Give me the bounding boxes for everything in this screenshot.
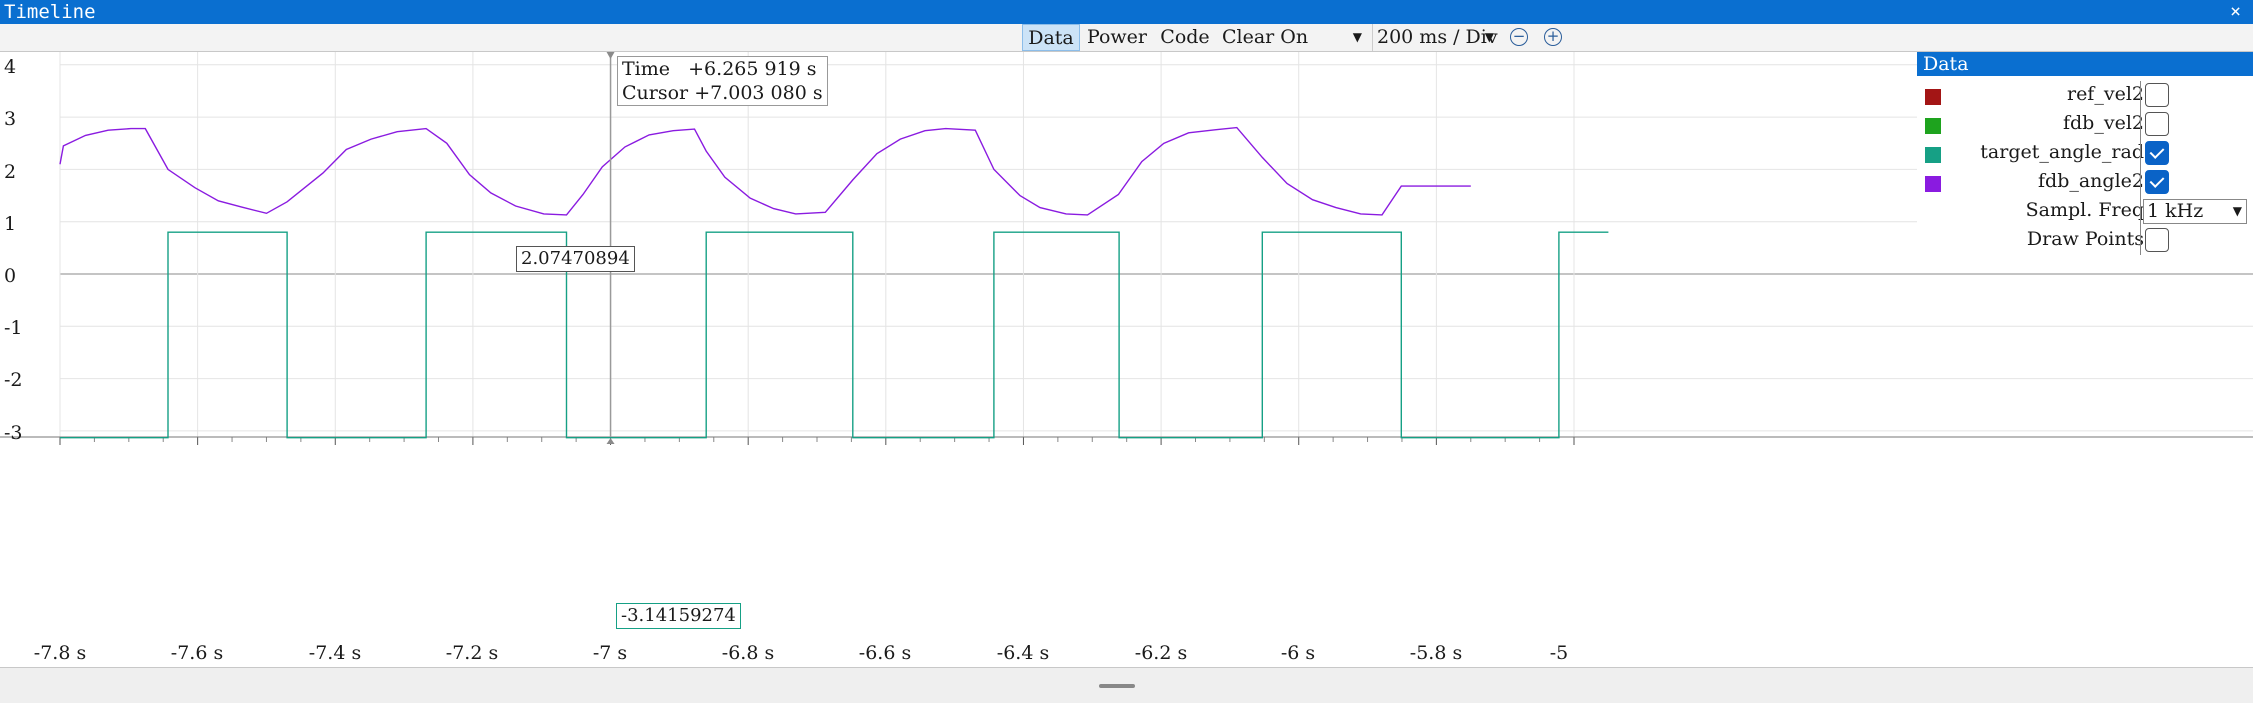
toolbar: Data Power Code Clear On Reset ▼ 200 ms … (0, 24, 2253, 75)
tab-data[interactable]: Data (1022, 24, 1080, 51)
cursor-label: Cursor (622, 82, 689, 104)
cursor-value: +7.003 080 s (694, 82, 823, 104)
cursor-top-marker (606, 52, 615, 59)
signal-row: fdb_angle2 (1917, 168, 2253, 197)
drag-handle-icon[interactable] (1099, 684, 1135, 688)
draw-points-row: Draw Points (1917, 226, 2253, 255)
cursor-bottom-marker (606, 438, 615, 444)
color-swatch (1925, 89, 1941, 105)
divider (2140, 168, 2141, 197)
chevron-down-icon: ▼ (1484, 30, 1494, 44)
sample-freq-dropdown[interactable]: 1 kHz ▼ (2143, 199, 2247, 224)
x-tick-label: -6.4 s (996, 642, 1050, 664)
tab-code[interactable]: Code (1160, 24, 1210, 51)
lower-value-label: -3.14159274 (616, 603, 741, 629)
divider (2140, 110, 2141, 139)
x-tick-label: -7.4 s (308, 642, 362, 664)
divider (2140, 197, 2141, 226)
color-swatch (1925, 176, 1941, 192)
divider (2140, 226, 2141, 255)
timeline-chart[interactable] (0, 52, 2253, 667)
x-tick-label: -5 (1549, 642, 1569, 664)
draw-points-label: Draw Points (2026, 228, 2144, 250)
time-value: +6.265 919 s (688, 58, 817, 80)
y-tick-label: 4 (4, 56, 17, 78)
x-tick-label: -7.2 s (445, 642, 499, 664)
x-tick-label: -7.6 s (170, 642, 224, 664)
signal-checkbox[interactable] (2145, 141, 2169, 165)
signal-name: fdb_vel2 (2062, 112, 2144, 134)
series-line-fdb_angle2 (59, 126, 1471, 216)
x-tick-label: -5.8 s (1409, 642, 1463, 664)
close-icon[interactable]: × (2230, 0, 2241, 24)
x-tick-label: -6 s (1280, 642, 1316, 664)
time-scale-value: 200 ms / Div (1377, 26, 1498, 48)
divider (2140, 139, 2141, 168)
signal-name: fdb_angle2 (2038, 170, 2144, 192)
x-tick-label: -6.8 s (721, 642, 775, 664)
sample-freq-row: Sampl. Freq 1 kHz ▼ (1917, 197, 2253, 226)
data-panel: Data ref_vel2 fdb_vel2 target_angle_rad … (1917, 52, 2253, 260)
color-swatch (1925, 147, 1941, 163)
zoom-in-icon[interactable]: + (1544, 28, 1562, 46)
signal-name: ref_vel2 (2066, 83, 2144, 105)
signal-checkbox[interactable] (2145, 170, 2169, 194)
series-line-target_angle_rad (60, 231, 1609, 439)
window-titlebar: Timeline × (0, 0, 2253, 24)
y-tick-label: -2 (4, 369, 23, 391)
reset-mode-dropdown[interactable]: Clear On Reset ▼ (1222, 24, 1366, 75)
window-title: Timeline (4, 1, 96, 23)
time-scale-dropdown[interactable]: 200 ms / Div ▼ (1372, 24, 1498, 51)
color-swatch (1925, 118, 1941, 134)
x-tick-label: -7 s (592, 642, 628, 664)
bottom-splitter[interactable] (0, 667, 2253, 703)
chevron-down-icon: ▼ (1352, 30, 1362, 44)
y-tick-label: 0 (4, 265, 17, 287)
signal-checkbox[interactable] (2145, 83, 2169, 107)
y-tick-label: -1 (4, 317, 23, 339)
x-tick-label: -6.2 s (1134, 642, 1188, 664)
panel-title: Data (1917, 52, 2253, 76)
upper-value-label: 2.07470894 (516, 246, 635, 272)
signal-row: ref_vel2 (1917, 81, 2253, 110)
zoom-out-icon[interactable]: − (1510, 28, 1528, 46)
signal-name: target_angle_rad (1980, 141, 2144, 163)
signal-row: target_angle_rad (1917, 139, 2253, 168)
cursor-info-box: Time +6.265 919 s Cursor +7.003 080 s (617, 56, 828, 106)
divider (2140, 81, 2141, 110)
time-label: Time (622, 58, 671, 80)
signal-checkbox[interactable] (2145, 112, 2169, 136)
y-tick-label: 3 (4, 108, 17, 130)
tab-power[interactable]: Power (1084, 24, 1150, 51)
draw-points-checkbox[interactable] (2145, 228, 2169, 252)
y-tick-label: 1 (4, 213, 17, 235)
sample-freq-label: Sampl. Freq (2025, 199, 2144, 221)
x-tick-label: -6.6 s (858, 642, 912, 664)
sample-freq-value: 1 kHz (2147, 200, 2204, 222)
y-tick-label: 2 (4, 161, 17, 183)
x-tick-label: -7.8 s (33, 642, 87, 664)
signal-row: fdb_vel2 (1917, 110, 2253, 139)
y-tick-label: -3 (4, 422, 23, 444)
chevron-down-icon: ▼ (2232, 204, 2242, 218)
